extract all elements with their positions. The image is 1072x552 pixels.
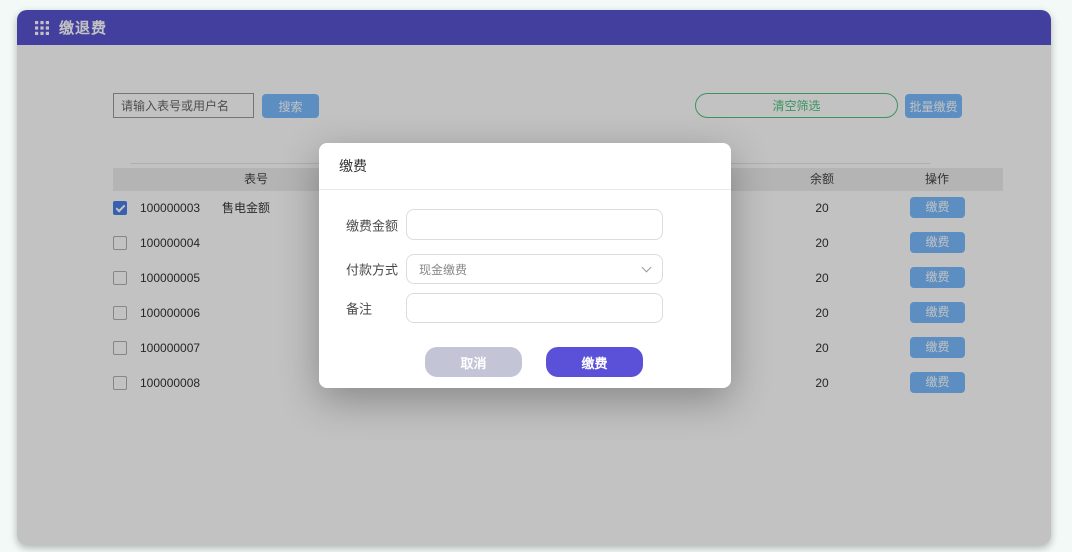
amount-label: 缴费金额 (346, 215, 398, 234)
method-label: 付款方式 (346, 260, 398, 279)
modal-title: 缴费 (339, 156, 367, 176)
cancel-button[interactable]: 取消 (425, 347, 522, 377)
remark-input[interactable] (406, 293, 663, 323)
confirm-pay-button[interactable]: 缴费 (546, 347, 643, 377)
payment-method-value: 现金缴费 (419, 261, 467, 278)
chevron-down-icon (642, 263, 652, 273)
remark-label: 备注 (346, 299, 372, 318)
amount-input[interactable] (406, 209, 663, 240)
pay-modal: 缴费 缴费金额 付款方式 现金缴费 备注 取消 缴费 (319, 143, 731, 388)
modal-title-divider (319, 189, 731, 190)
payment-method-select[interactable]: 现金缴费 (406, 254, 663, 284)
